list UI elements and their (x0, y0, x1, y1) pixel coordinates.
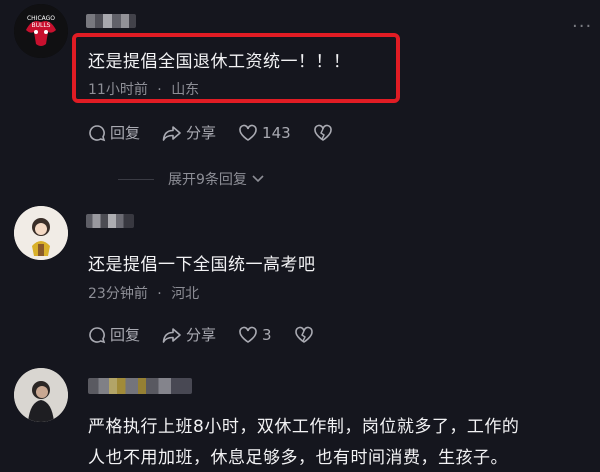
avatar-label: CHICAGO BULLS (26, 15, 56, 29)
comment-actions: 回复 分享 3 (88, 324, 340, 345)
comment-text: 还是提倡一下全国统一高考吧 (88, 255, 316, 275)
heart-icon (239, 124, 257, 141)
divider-line (118, 178, 154, 180)
broken-heart-icon (313, 124, 332, 141)
share-icon (162, 125, 181, 141)
comment-location: 河北 (171, 286, 200, 302)
like-button[interactable]: 143 (238, 124, 291, 142)
chevron-down-icon (252, 175, 264, 183)
meta-separator: · (157, 286, 162, 302)
comment-text-line2: 人也不用加班，休息足够多，也有时间消费，生孩子。 (88, 448, 508, 468)
dislike-button[interactable] (313, 124, 337, 142)
reply-button[interactable]: 回复 (88, 324, 140, 345)
share-label: 分享 (186, 326, 217, 344)
username[interactable] (86, 214, 134, 228)
share-button[interactable]: 分享 (162, 324, 216, 345)
reply-label: 回复 (110, 326, 141, 344)
reply-icon (89, 124, 106, 141)
comment-actions: 回复 分享 143 (88, 122, 359, 143)
avatar[interactable] (14, 368, 68, 422)
username[interactable] (88, 378, 192, 394)
like-count: 143 (262, 123, 291, 142)
share-label: 分享 (186, 124, 217, 142)
comment-meta: 23分钟前 · 河北 (88, 283, 199, 303)
more-options-icon[interactable]: ··· (572, 16, 592, 37)
expand-replies-button[interactable]: 展开9条回复 (118, 169, 266, 189)
broken-heart-icon (294, 326, 313, 343)
dislike-button[interactable] (294, 326, 318, 344)
like-button[interactable]: 3 (238, 326, 272, 344)
avatar[interactable] (14, 4, 68, 58)
reply-button[interactable]: 回复 (88, 122, 140, 143)
avatar[interactable] (14, 206, 68, 260)
highlight-box (72, 33, 400, 103)
share-button[interactable]: 分享 (162, 122, 216, 143)
username[interactable] (86, 14, 136, 28)
share-icon (162, 327, 181, 343)
reply-icon (89, 326, 106, 343)
comment-time: 23分钟前 (88, 286, 148, 302)
heart-icon (239, 326, 257, 343)
like-count: 3 (262, 325, 272, 344)
comment-text-line1: 严格执行上班8小时，双休工作制，岗位就多了，工作的 (88, 417, 520, 437)
reply-label: 回复 (110, 124, 141, 142)
expand-replies-label: 展开9条回复 (168, 172, 247, 188)
